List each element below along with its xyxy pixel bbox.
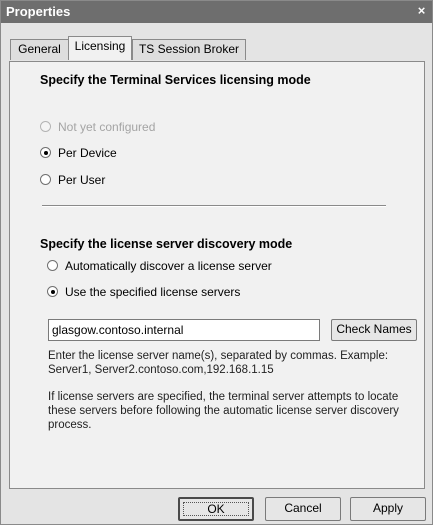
- licensing-mode-heading: Specify the Terminal Services licensing …: [40, 73, 311, 87]
- radio-button[interactable]: [47, 260, 58, 271]
- radio-selected-dot: [43, 150, 48, 155]
- radio-label: Per Device: [58, 146, 117, 160]
- license-server-input[interactable]: glasgow.contoso.internal: [48, 319, 320, 341]
- apply-label: Apply: [372, 501, 404, 515]
- ok-button[interactable]: OK: [178, 497, 254, 521]
- radio-button[interactable]: [40, 174, 51, 185]
- close-icon[interactable]: ×: [414, 4, 429, 18]
- tab-licensing-label: Licensing: [74, 39, 126, 53]
- discovery-mode-heading: Specify the license server discovery mod…: [40, 237, 293, 251]
- radio-button[interactable]: [40, 147, 51, 158]
- cancel-label: Cancel: [284, 501, 322, 515]
- radio-selected-dot: [50, 289, 55, 294]
- section-divider: [42, 205, 386, 207]
- tab-general[interactable]: General: [10, 39, 69, 60]
- cancel-button[interactable]: Cancel: [265, 497, 341, 521]
- radio-button: [40, 121, 51, 132]
- discovery-help-text: If license servers are specified, the te…: [48, 391, 399, 431]
- tab-ts-session-broker[interactable]: TS Session Broker: [132, 39, 246, 60]
- properties-dialog: Properties × General Licensing TS Sessio…: [0, 0, 433, 525]
- licensing-tab-panel: Specify the Terminal Services licensing …: [9, 61, 425, 489]
- radio-label: Automatically discover a license server: [65, 259, 272, 273]
- tab-general-label: General: [18, 42, 61, 56]
- check-names-button[interactable]: Check Names: [331, 319, 417, 341]
- radio-label: Use the specified license servers: [65, 285, 241, 299]
- dialog-title: Properties: [6, 4, 71, 19]
- check-names-label: Check Names: [336, 322, 412, 336]
- apply-button[interactable]: Apply: [350, 497, 426, 521]
- focus-outline: [183, 502, 249, 516]
- server-name-help-text: Enter the license server name(s), separa…: [48, 350, 389, 376]
- radio-label: Not yet configured: [58, 120, 156, 134]
- tab-ts-session-broker-label: TS Session Broker: [138, 42, 240, 56]
- tab-licensing[interactable]: Licensing: [68, 36, 132, 60]
- title-bar[interactable]: Properties ×: [1, 1, 432, 23]
- radio-button[interactable]: [47, 286, 58, 297]
- radio-label: Per User: [58, 173, 106, 187]
